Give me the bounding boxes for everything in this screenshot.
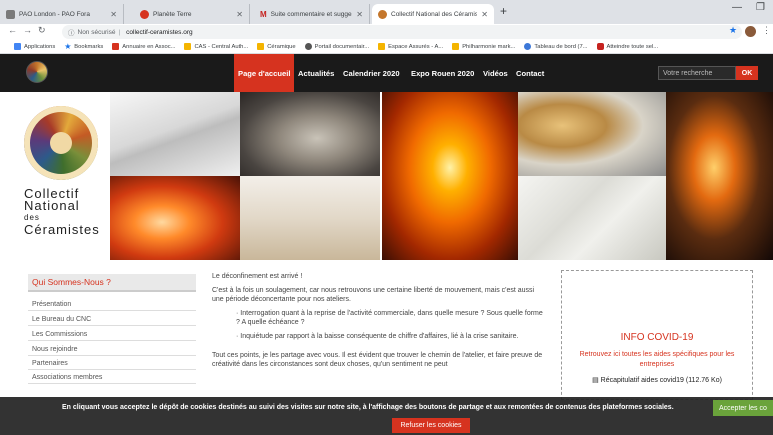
- nav-videos[interactable]: Vidéos: [479, 54, 512, 92]
- nav-home[interactable]: Page d'accueil: [234, 54, 295, 92]
- covid-description[interactable]: Retrouvez ici toutes les aides spécifiqu…: [571, 350, 743, 370]
- search-button[interactable]: OK: [736, 66, 758, 80]
- bookmark-atteindre[interactable]: Atteindre toute sel...: [596, 43, 658, 50]
- security-label: Non sécurisé: [77, 28, 116, 36]
- sidebar-title: Qui Sommes-Nous ?: [28, 274, 196, 292]
- close-icon[interactable]: ✕: [481, 10, 488, 19]
- browser-tab-4-active[interactable]: Collectif National des Céramistes ✕: [372, 4, 494, 24]
- star-icon[interactable]: ★: [729, 25, 737, 36]
- article-bullet: · Inquiétude par rapport à la baisse con…: [236, 333, 519, 340]
- sidebar-item-associations[interactable]: Associations membres: [28, 371, 196, 384]
- tab-favicon-icon: [140, 9, 149, 19]
- star-icon: ★: [64, 42, 72, 51]
- photo-kiln-fire: [382, 92, 518, 260]
- bookmark-bookmarks[interactable]: ★ Bookmarks: [64, 42, 103, 51]
- folder-icon: [184, 43, 192, 50]
- apps-grid-icon: [14, 43, 21, 50]
- logo-emblem-icon: [24, 106, 98, 180]
- article-bullet: · Interrogation quant à la reprise de l'…: [236, 310, 543, 326]
- covid-file-link[interactable]: ▤ Récapitulatif aides covid19 (112.76 Ko…: [561, 376, 753, 384]
- folder-icon: [452, 43, 460, 50]
- bookmark-cas[interactable]: CAS - Central Auth...: [184, 43, 248, 50]
- sidebar-item-partenaires[interactable]: Partenaires: [28, 357, 196, 370]
- document-icon: ▤: [592, 377, 599, 384]
- sidebar-item-rejoindre[interactable]: Nous rejoindre: [28, 343, 196, 356]
- gmail-icon: M: [260, 9, 267, 19]
- browser-tab-2[interactable]: Planète Terre ✕: [134, 4, 250, 24]
- cookie-text: En cliquant vous acceptez le dépôt de co…: [62, 404, 674, 411]
- bookmark-favicon-icon: [524, 43, 532, 50]
- folder-icon: [378, 43, 386, 50]
- bookmark-espace-assures[interactable]: Espace Assurés - A...: [378, 43, 443, 50]
- separator: |: [118, 28, 121, 36]
- tab-favicon-icon: [378, 9, 387, 19]
- address-bar[interactable]: ⓘ Non sécurisé | collectif-ceramistes.or…: [62, 25, 742, 39]
- forward-arrow-icon[interactable]: →: [23, 25, 32, 35]
- site-logo-icon[interactable]: [26, 61, 48, 83]
- photo-potter-hands: [240, 92, 380, 176]
- nav-actualites[interactable]: Actualités: [294, 54, 338, 92]
- photo-porcelain-tubes: [518, 176, 666, 260]
- article-paragraph: Tout ces points, je les partage avec vou…: [212, 352, 543, 368]
- photo-raku-pieces: [518, 92, 666, 176]
- accept-cookies-button[interactable]: Accepter les co: [713, 400, 773, 416]
- tab-favicon-icon: [6, 9, 15, 19]
- cookie-consent-bar: [0, 397, 773, 435]
- bookmark-favicon-icon: [112, 43, 120, 50]
- menu-kebab-icon[interactable]: ⋮: [762, 25, 771, 36]
- reload-icon[interactable]: ↻: [38, 25, 46, 36]
- bookmark-applications[interactable]: Applications: [14, 43, 55, 50]
- refuse-cookies-button[interactable]: Refuser les cookies: [392, 418, 470, 433]
- restore-icon[interactable]: ❐: [756, 2, 765, 13]
- browser-tab-1[interactable]: PAO London - PAO Fora ✕: [0, 4, 124, 24]
- url-text: collectif-ceramistes.org: [126, 28, 193, 36]
- bookmarks-bar: Applications ★ Bookmarks Annuaire en Asso…: [0, 40, 773, 54]
- photo-firing-egg: [666, 92, 773, 260]
- nav-expo-rouen[interactable]: Expo Rouen 2020: [407, 54, 478, 92]
- photo-glowing-kiln: [110, 176, 240, 260]
- sidebar-item-bureau[interactable]: Le Bureau du CNC: [28, 313, 196, 326]
- back-arrow-icon[interactable]: ←: [8, 25, 17, 35]
- article-paragraph: C'est à la fois un soulagement, car nous…: [212, 287, 535, 303]
- main-article: Le déconfinement est arrivé ! C'est à la…: [212, 272, 546, 374]
- bookmark-portail[interactable]: Portail documentair...: [304, 43, 369, 50]
- new-tab-button[interactable]: +: [500, 4, 507, 18]
- minimize-icon[interactable]: —: [732, 2, 742, 13]
- info-icon[interactable]: ⓘ: [68, 27, 75, 37]
- nav-contact[interactable]: Contact: [512, 54, 548, 92]
- browser-tab-3[interactable]: M Suite commentaire et suggestio ✕: [254, 4, 370, 24]
- photo-bowls: [240, 176, 380, 260]
- photo-white-vases: [110, 92, 240, 176]
- close-icon[interactable]: ✕: [236, 10, 243, 19]
- close-icon[interactable]: ✕: [356, 10, 363, 19]
- bookmark-annuaire[interactable]: Annuaire en Assoc...: [112, 43, 175, 50]
- bookmark-philharmonie[interactable]: Philharmonie mark...: [452, 43, 515, 50]
- avatar[interactable]: [745, 26, 756, 37]
- bookmark-tableau-de-bord[interactable]: Tableau de bord (7...: [524, 43, 588, 50]
- bookmark-favicon-icon: [304, 43, 312, 50]
- bookmark-ceramique[interactable]: Céramique: [257, 43, 296, 50]
- site-logo-text: Collectif National des Céramistes: [24, 186, 100, 237]
- nav-calendrier[interactable]: Calendrier 2020: [339, 54, 404, 92]
- close-icon[interactable]: ✕: [110, 10, 117, 19]
- folder-icon: [257, 43, 265, 50]
- sidebar-item-commissions[interactable]: Les Commissions: [28, 328, 196, 341]
- search-input[interactable]: Votre recherche: [658, 66, 736, 80]
- covid-title: INFO COVID-19: [620, 332, 694, 343]
- sidebar-item-presentation[interactable]: Présentation: [28, 298, 196, 311]
- youtube-icon: [596, 43, 604, 50]
- article-heading: Le déconfinement est arrivé !: [212, 273, 303, 280]
